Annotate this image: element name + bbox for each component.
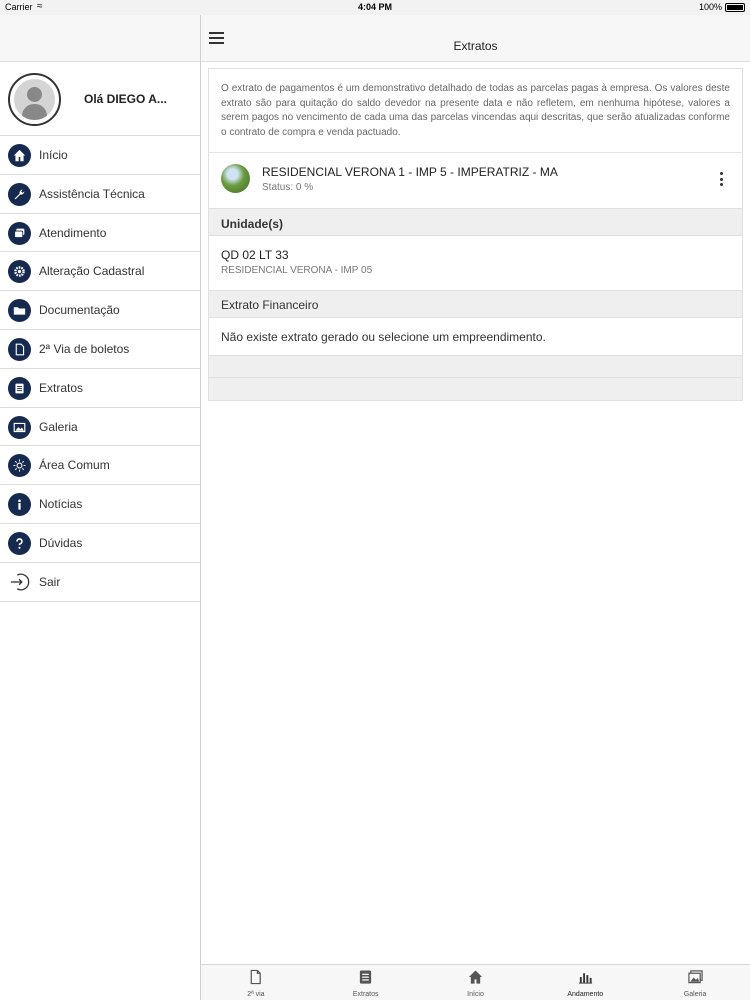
tab-label: Extratos xyxy=(352,991,379,998)
sidebar-item-label: Alteração Cadastral xyxy=(39,264,145,279)
sidebar-item-label: Sair xyxy=(39,574,61,589)
enterprise-title: RESIDENCIAL VERONA 1 - IMP 5 - IMPERATRI… xyxy=(262,165,558,179)
sidebar-item-label: Extratos xyxy=(39,380,84,395)
unit-subtitle: RESIDENCIAL VERONA - IMP 05 xyxy=(221,265,373,276)
tab-2a-via[interactable]: 2ª via xyxy=(201,965,311,1000)
document-icon xyxy=(8,337,31,361)
sidebar-item-label: Dúvidas xyxy=(39,535,83,550)
profile-greeting: Olá DIEGO A... xyxy=(84,92,167,106)
tab-inicio[interactable]: Início xyxy=(421,965,531,1000)
sidebar-item-assistencia-tecnica[interactable]: Assistência Técnica xyxy=(0,175,200,214)
info-icon xyxy=(8,493,31,517)
sidebar-item-alteracao-cadastral[interactable]: Alteração Cadastral xyxy=(0,252,200,292)
avatar-placeholder-icon xyxy=(14,79,55,120)
logout-icon xyxy=(8,570,31,594)
sidebar-item-label: Assistência Técnica xyxy=(39,186,145,201)
document-icon xyxy=(251,969,262,985)
battery-icon xyxy=(725,3,745,12)
tab-galeria[interactable]: Galeria xyxy=(640,965,750,1000)
profile-section[interactable]: Olá DIEGO A... xyxy=(0,62,200,136)
home-icon xyxy=(468,970,483,984)
tab-label: 2ª via xyxy=(247,991,265,998)
tab-label: Início xyxy=(467,991,484,998)
financial-statement-header: Extrato Financeiro xyxy=(209,291,742,318)
chat-icon xyxy=(8,221,31,245)
sidebar-item-extratos[interactable]: Extratos xyxy=(0,369,200,408)
gallery-icon xyxy=(8,415,31,439)
blank-row xyxy=(209,356,742,378)
gear-icon xyxy=(8,260,31,284)
clock: 4:04 PM xyxy=(357,2,392,12)
sidebar-item-inicio[interactable]: Início xyxy=(0,136,200,175)
units-section-header: Unidade(s) xyxy=(209,209,742,236)
home-icon xyxy=(8,144,31,167)
tab-extratos[interactable]: Extratos xyxy=(311,965,421,1000)
tab-andamento[interactable]: Andamento xyxy=(530,965,640,1000)
sidebar-top-bar xyxy=(0,15,200,62)
tab-label: Andamento xyxy=(567,991,604,998)
sidebar-item-duvidas[interactable]: Dúvidas xyxy=(0,524,200,563)
blank-row xyxy=(209,378,742,400)
sidebar-item-label: Início xyxy=(39,148,68,162)
bar-chart-icon xyxy=(578,973,592,984)
question-icon xyxy=(8,531,31,555)
battery-percent: 100% xyxy=(698,2,722,12)
statement-card: O extrato de pagamentos é um demonstrati… xyxy=(208,68,743,401)
sidebar-item-label: Área Comum xyxy=(39,458,110,473)
enterprise-thumbnail xyxy=(221,164,250,193)
sidebar-item-area-comum[interactable]: Área Comum xyxy=(0,446,200,486)
unit-title: QD 02 LT 33 xyxy=(221,248,289,262)
sidebar-item-atendimento[interactable]: Atendimento xyxy=(0,214,200,253)
more-options-icon[interactable] xyxy=(720,172,724,188)
sun-icon xyxy=(8,454,31,478)
sidebar-item-label: Notícias xyxy=(39,497,83,512)
wrench-icon xyxy=(8,182,31,206)
empty-statement-message: Não existe extrato gerado ou selecione u… xyxy=(209,318,742,356)
sidebar-item-sair[interactable]: Sair xyxy=(0,563,200,602)
bottom-tab-bar: 2ª via Extratos Início Andamento Galeria xyxy=(201,964,750,1000)
sidebar-item-galeria[interactable]: Galeria xyxy=(0,408,200,447)
sidebar-menu: Início Assistência Técnica Atendimento A… xyxy=(0,136,200,602)
info-paragraph: O extrato de pagamentos é um demonstrati… xyxy=(209,69,742,153)
sidebar-item-label: Documentação xyxy=(39,303,120,318)
nav-bar: Extratos xyxy=(201,15,750,62)
sidebar-item-documentacao[interactable]: Documentação xyxy=(0,291,200,330)
sidebar-item-label: Galeria xyxy=(39,419,78,434)
sidebar-item-label: 2ª Via de boletos xyxy=(39,341,130,356)
avatar xyxy=(8,73,61,126)
tab-label: Galeria xyxy=(683,991,707,998)
list-icon xyxy=(8,376,31,400)
side-menu: Olá DIEGO A... Início Assistência Técnic… xyxy=(0,15,201,1000)
sidebar-item-noticias[interactable]: Notícias xyxy=(0,485,200,524)
sidebar-item-2a-via-boletos[interactable]: 2ª Via de boletos xyxy=(0,330,200,369)
page-title: Extratos xyxy=(453,39,498,53)
folder-icon xyxy=(8,299,31,323)
gallery-icon xyxy=(687,970,703,984)
enterprise-row[interactable]: RESIDENCIAL VERONA 1 - IMP 5 - IMPERATRI… xyxy=(209,153,742,209)
enterprise-status: Status: 0 % xyxy=(262,182,314,193)
status-bar: Carrier ≈ 4:04 PM 100% xyxy=(0,0,750,15)
unit-row[interactable]: QD 02 LT 33 RESIDENCIAL VERONA - IMP 05 xyxy=(209,236,742,291)
sidebar-item-label: Atendimento xyxy=(39,225,107,240)
list-icon xyxy=(360,970,372,984)
